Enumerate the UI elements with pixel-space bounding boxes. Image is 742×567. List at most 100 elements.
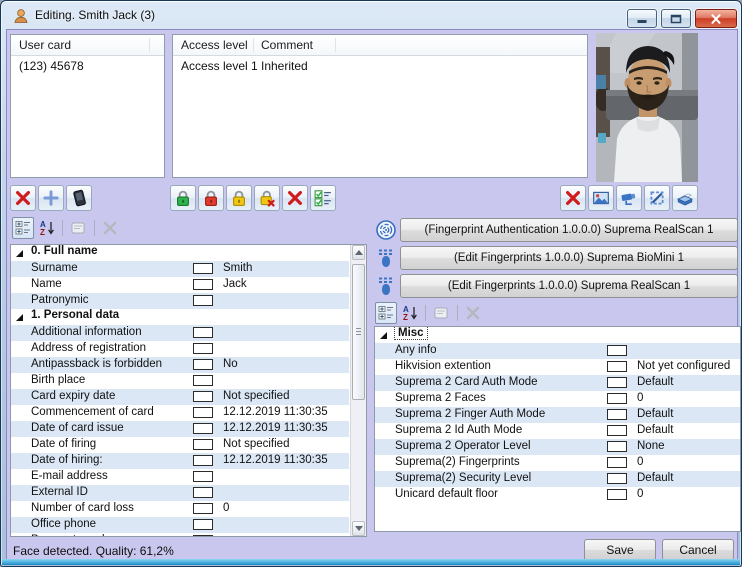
property-value[interactable]: None [637, 440, 665, 452]
scroll-up-button[interactable] [352, 245, 365, 260]
property-value[interactable]: Default [637, 424, 673, 436]
lock-yellow-button[interactable] [226, 185, 252, 211]
sort-az-button[interactable]: AZ [36, 217, 58, 239]
property-checkbox[interactable] [193, 295, 213, 306]
property-checkbox[interactable] [193, 487, 213, 498]
property-row[interactable]: Suprema 2 Finger Auth ModeDefault [375, 407, 740, 423]
property-value[interactable]: 12.12.2019 11:30:35 [223, 454, 328, 466]
collapse-arrow-icon[interactable] [380, 332, 387, 339]
property-checkbox[interactable] [193, 391, 213, 402]
property-checkbox[interactable] [193, 343, 213, 354]
property-checkbox[interactable] [607, 409, 627, 420]
property-row[interactable]: Any info [375, 343, 740, 359]
property-checkbox[interactable] [607, 393, 627, 404]
property-checkbox[interactable] [193, 423, 213, 434]
edit-access-list-button[interactable] [310, 185, 336, 211]
property-value[interactable]: Default [637, 408, 673, 420]
access-comment-value[interactable]: Inherited [261, 59, 308, 73]
load-image-button[interactable] [588, 185, 614, 211]
property-checkbox[interactable] [607, 345, 627, 356]
property-checkbox[interactable] [193, 279, 213, 290]
crop-button[interactable] [644, 185, 670, 211]
property-value[interactable]: 0 [223, 502, 229, 514]
property-value[interactable]: Not specified [223, 390, 289, 402]
property-row[interactable]: Birth place [11, 373, 349, 389]
property-value[interactable]: 12.12.2019 11:30:35 [223, 406, 328, 418]
scrollbar-thumb[interactable] [352, 264, 365, 400]
category-row[interactable]: 1. Personal data [11, 309, 349, 325]
property-row[interactable]: Additional information [11, 325, 349, 341]
scroll-down-button[interactable] [352, 521, 365, 536]
property-row[interactable]: Suprema 2 Operator LevelNone [375, 439, 740, 455]
property-row[interactable]: Patronymic [11, 293, 349, 309]
property-value[interactable]: Not specified [223, 438, 289, 450]
property-value[interactable]: No [223, 358, 238, 370]
category-row[interactable]: Misc [375, 327, 740, 343]
property-checkbox[interactable] [193, 535, 213, 536]
property-row[interactable]: Suprema(2) Security LevelDefault [375, 471, 740, 487]
property-row[interactable]: External ID [11, 485, 349, 501]
property-value[interactable]: 12.12.2019 11:30:35 [223, 422, 328, 434]
property-row[interactable]: Suprema(2) Fingerprints0 [375, 455, 740, 471]
property-value[interactable]: Not yet configured [637, 360, 730, 372]
user-card-column-header[interactable]: User card [19, 38, 71, 52]
property-row[interactable]: Office phone [11, 517, 349, 533]
property-checkbox[interactable] [607, 473, 627, 484]
property-row[interactable]: Date of hiring:12.12.2019 11:30:35 [11, 453, 349, 469]
property-checkbox[interactable] [193, 471, 213, 482]
property-row[interactable]: Suprema 2 Faces0 [375, 391, 740, 407]
save-button[interactable]: Save [584, 539, 656, 561]
access-level-list[interactable]: Access level Comment Access level 1 Inhe… [172, 34, 588, 178]
property-value[interactable]: 0 [637, 456, 643, 468]
property-row[interactable]: E-mail address [11, 469, 349, 485]
property-value[interactable]: 0 [637, 392, 643, 404]
vertical-scrollbar[interactable] [350, 245, 366, 536]
edit-fingerprints-biomini-button[interactable]: (Edit Fingerprints 1.0.0.0) Suprema BioM… [400, 246, 738, 270]
property-checkbox[interactable] [193, 519, 213, 530]
property-value[interactable]: Jack [223, 278, 247, 290]
access-list-header[interactable]: Access level Comment [173, 35, 587, 56]
user-card-row[interactable]: (123) 45678 [11, 56, 164, 76]
property-row[interactable]: Suprema 2 Id Auth ModeDefault [375, 423, 740, 439]
categorized-view-button[interactable] [12, 217, 34, 239]
lock-yellow-remove-button[interactable] [254, 185, 280, 211]
read-card-device-button[interactable] [66, 185, 92, 211]
property-row[interactable]: Commencement of card12.12.2019 11:30:35 [11, 405, 349, 421]
property-checkbox[interactable] [607, 489, 627, 500]
property-value[interactable]: Default [637, 376, 673, 388]
delete-photo-button[interactable] [560, 185, 586, 211]
close-button[interactable] [695, 9, 737, 28]
property-row[interactable]: Passport number [11, 533, 349, 536]
property-row[interactable]: Date of firingNot specified [11, 437, 349, 453]
property-row[interactable]: NameJack [11, 277, 349, 293]
property-row[interactable]: Antipassback is forbiddenNo [11, 357, 349, 373]
collapse-arrow-icon[interactable] [16, 314, 23, 321]
property-checkbox[interactable] [607, 441, 627, 452]
categorized-view-button[interactable] [375, 302, 397, 324]
property-row[interactable]: SurnameSmith [11, 261, 349, 277]
property-value[interactable]: Default [637, 472, 673, 484]
property-checkbox[interactable] [193, 439, 213, 450]
delete-card-button[interactable] [10, 185, 36, 211]
property-row[interactable]: Date of card issue12.12.2019 11:30:35 [11, 421, 349, 437]
property-checkbox[interactable] [193, 503, 213, 514]
property-checkbox[interactable] [193, 375, 213, 386]
access-level-row[interactable]: Access level 1 Inherited [173, 56, 587, 76]
add-card-button[interactable] [38, 185, 64, 211]
property-checkbox[interactable] [193, 455, 213, 466]
sort-az-button[interactable]: AZ [399, 302, 421, 324]
edit-fingerprints-realscan-button[interactable]: (Edit Fingerprints 1.0.0.0) Suprema Real… [400, 274, 738, 298]
delete-access-level-button[interactable] [282, 185, 308, 211]
lock-red-button[interactable] [198, 185, 224, 211]
cancel-button[interactable]: Cancel [662, 539, 734, 561]
maximize-button[interactable] [661, 9, 691, 28]
property-value[interactable]: 0 [637, 488, 643, 500]
property-row[interactable]: Card expiry dateNot specified [11, 389, 349, 405]
property-value[interactable]: Smith [223, 262, 252, 274]
fingerprint-auth-device-button[interactable]: (Fingerprint Authentication 1.0.0.0) Sup… [400, 218, 738, 242]
property-checkbox[interactable] [607, 457, 627, 468]
property-row[interactable]: Suprema 2 Card Auth ModeDefault [375, 375, 740, 391]
card-number[interactable]: (123) 45678 [19, 59, 84, 73]
lock-green-button[interactable] [170, 185, 196, 211]
property-row[interactable]: Unicard default floor0 [375, 487, 740, 503]
